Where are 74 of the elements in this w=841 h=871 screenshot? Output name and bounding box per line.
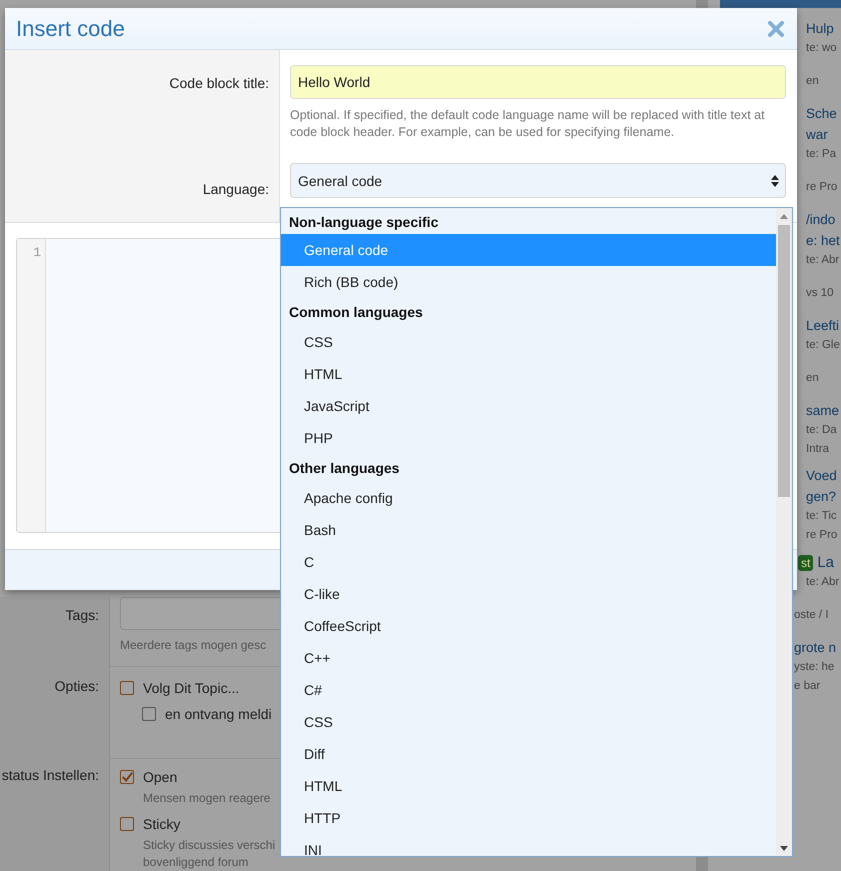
thread-meta: re Pro xyxy=(806,528,838,543)
thread-meta: te: Pa xyxy=(806,147,836,162)
field-label: Language: xyxy=(202,181,269,197)
thread-meta: te: Gle xyxy=(806,338,840,353)
thread-link[interactable]: La xyxy=(817,554,834,571)
forum-name: re Pro xyxy=(806,180,838,195)
thread-link[interactable]: grote n xyxy=(794,637,836,658)
dialog-title: Insert code xyxy=(16,16,125,42)
thread-meta: te: Tic xyxy=(806,509,837,524)
thread-meta: Intra xyxy=(806,442,830,457)
thread-link[interactable]: Hulp xyxy=(806,18,834,39)
language-option[interactable]: C++ xyxy=(281,642,776,674)
group-header: Non-language specific xyxy=(288,213,440,232)
sort-icon xyxy=(771,174,779,186)
close-icon[interactable] xyxy=(767,20,785,38)
checkbox-label[interactable]: Volg Dit Topic... xyxy=(143,680,240,696)
help-text: Optional. If specified, the default code language name will be replaced with title text at code block header. For example, can be used for specifying filename. xyxy=(290,107,766,141)
thread-link[interactable]: same xyxy=(806,400,840,421)
field-label: Code block title: xyxy=(169,75,269,91)
thread-meta: te: Da xyxy=(806,423,837,438)
field-label: Tags: xyxy=(66,607,99,625)
thread-link[interactable]: war xyxy=(806,124,828,145)
language-option[interactable]: Apache config xyxy=(281,482,776,514)
language-option[interactable]: CSS xyxy=(281,326,776,358)
checkbox[interactable] xyxy=(142,707,156,721)
thread-link[interactable]: /indo xyxy=(806,209,836,230)
help-text: Sticky discussies verschi bovenliggend forum xyxy=(143,837,276,871)
field-label: status Instellen: xyxy=(2,767,99,785)
help-text: Mensen mogen reagere xyxy=(143,790,270,807)
checkbox[interactable] xyxy=(120,681,134,695)
thread-link[interactable]: Leefti xyxy=(806,315,840,336)
language-option[interactable]: Diff xyxy=(281,738,776,770)
language-option[interactable]: C xyxy=(281,546,776,578)
thread-meta: yste: he xyxy=(794,660,834,675)
thread-link[interactable]: Voed xyxy=(806,465,837,486)
language-option[interactable]: CSS xyxy=(281,706,776,738)
thread-link[interactable]: gen? xyxy=(806,486,836,507)
thread-link[interactable]: e: het xyxy=(806,230,840,251)
checkbox[interactable] xyxy=(120,817,134,831)
thread-link[interactable]: Sche xyxy=(806,103,837,124)
language-option[interactable]: HTML xyxy=(281,770,776,802)
scrollbar[interactable] xyxy=(776,208,792,856)
forum-name: oste / I xyxy=(794,608,829,623)
group-header: Common languages xyxy=(288,303,424,322)
help-text: Meerdere tags mogen gesc xyxy=(120,638,266,652)
language-option[interactable]: Rich (BB code) xyxy=(281,266,776,298)
line-number: 1 xyxy=(33,245,41,260)
language-option[interactable]: HTTP xyxy=(281,802,776,834)
checkbox-label[interactable]: en ontvang meldi xyxy=(165,706,272,722)
thread-meta: te: Abr xyxy=(806,575,840,590)
checkbox[interactable] xyxy=(120,770,134,784)
language-option[interactable]: C# xyxy=(281,674,776,706)
thread-meta: te: Abr xyxy=(806,253,840,268)
language-option[interactable]: PHP xyxy=(281,422,776,454)
language-option[interactable]: INI xyxy=(281,834,776,856)
language-option[interactable]: Bash xyxy=(281,514,776,546)
scroll-down-icon[interactable] xyxy=(780,846,788,851)
language-option[interactable]: HTML xyxy=(281,358,776,390)
thread-meta: e bar xyxy=(794,679,820,694)
thread-meta: te: wo xyxy=(806,41,837,56)
language-option[interactable]: CoffeeScript xyxy=(281,610,776,642)
scroll-up-icon[interactable] xyxy=(780,214,788,219)
title-field[interactable]: Hello World xyxy=(290,65,786,99)
language-select[interactable]: General code xyxy=(290,163,786,198)
prefix-badge: st xyxy=(798,554,814,570)
forum-name: vs 10 xyxy=(806,286,834,301)
forum-name: en xyxy=(806,371,819,386)
field-label: Opties: xyxy=(54,678,99,696)
language-option[interactable]: JavaScript xyxy=(281,390,776,422)
language-option[interactable]: C-like xyxy=(281,578,776,610)
forum-name: en xyxy=(806,74,819,89)
checkbox-label[interactable]: Sticky xyxy=(143,816,180,832)
group-header: Other languages xyxy=(288,459,400,478)
checkbox-label[interactable]: Open xyxy=(143,769,178,785)
